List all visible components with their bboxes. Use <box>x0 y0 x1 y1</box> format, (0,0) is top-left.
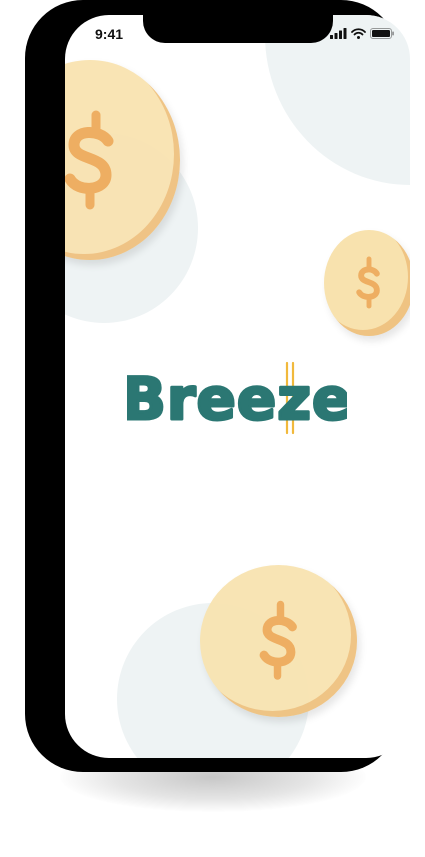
status-time: 9:41 <box>95 26 124 42</box>
wifi-icon <box>351 28 366 39</box>
splash-screen: 9:41 Breeze <box>65 15 410 758</box>
phone-frame: 9:41 Breeze <box>25 0 410 772</box>
dollar-coin-icon <box>324 230 410 336</box>
dollar-coin-icon <box>200 565 357 717</box>
device-notch <box>143 15 333 43</box>
cellular-signal-icon <box>330 28 347 39</box>
battery-icon <box>370 28 394 39</box>
brand-logo: Breeze <box>127 355 347 435</box>
status-icons <box>330 28 394 39</box>
brand-name: Breeze <box>127 365 347 433</box>
app-stage: 9:41 Breeze <box>0 0 425 857</box>
